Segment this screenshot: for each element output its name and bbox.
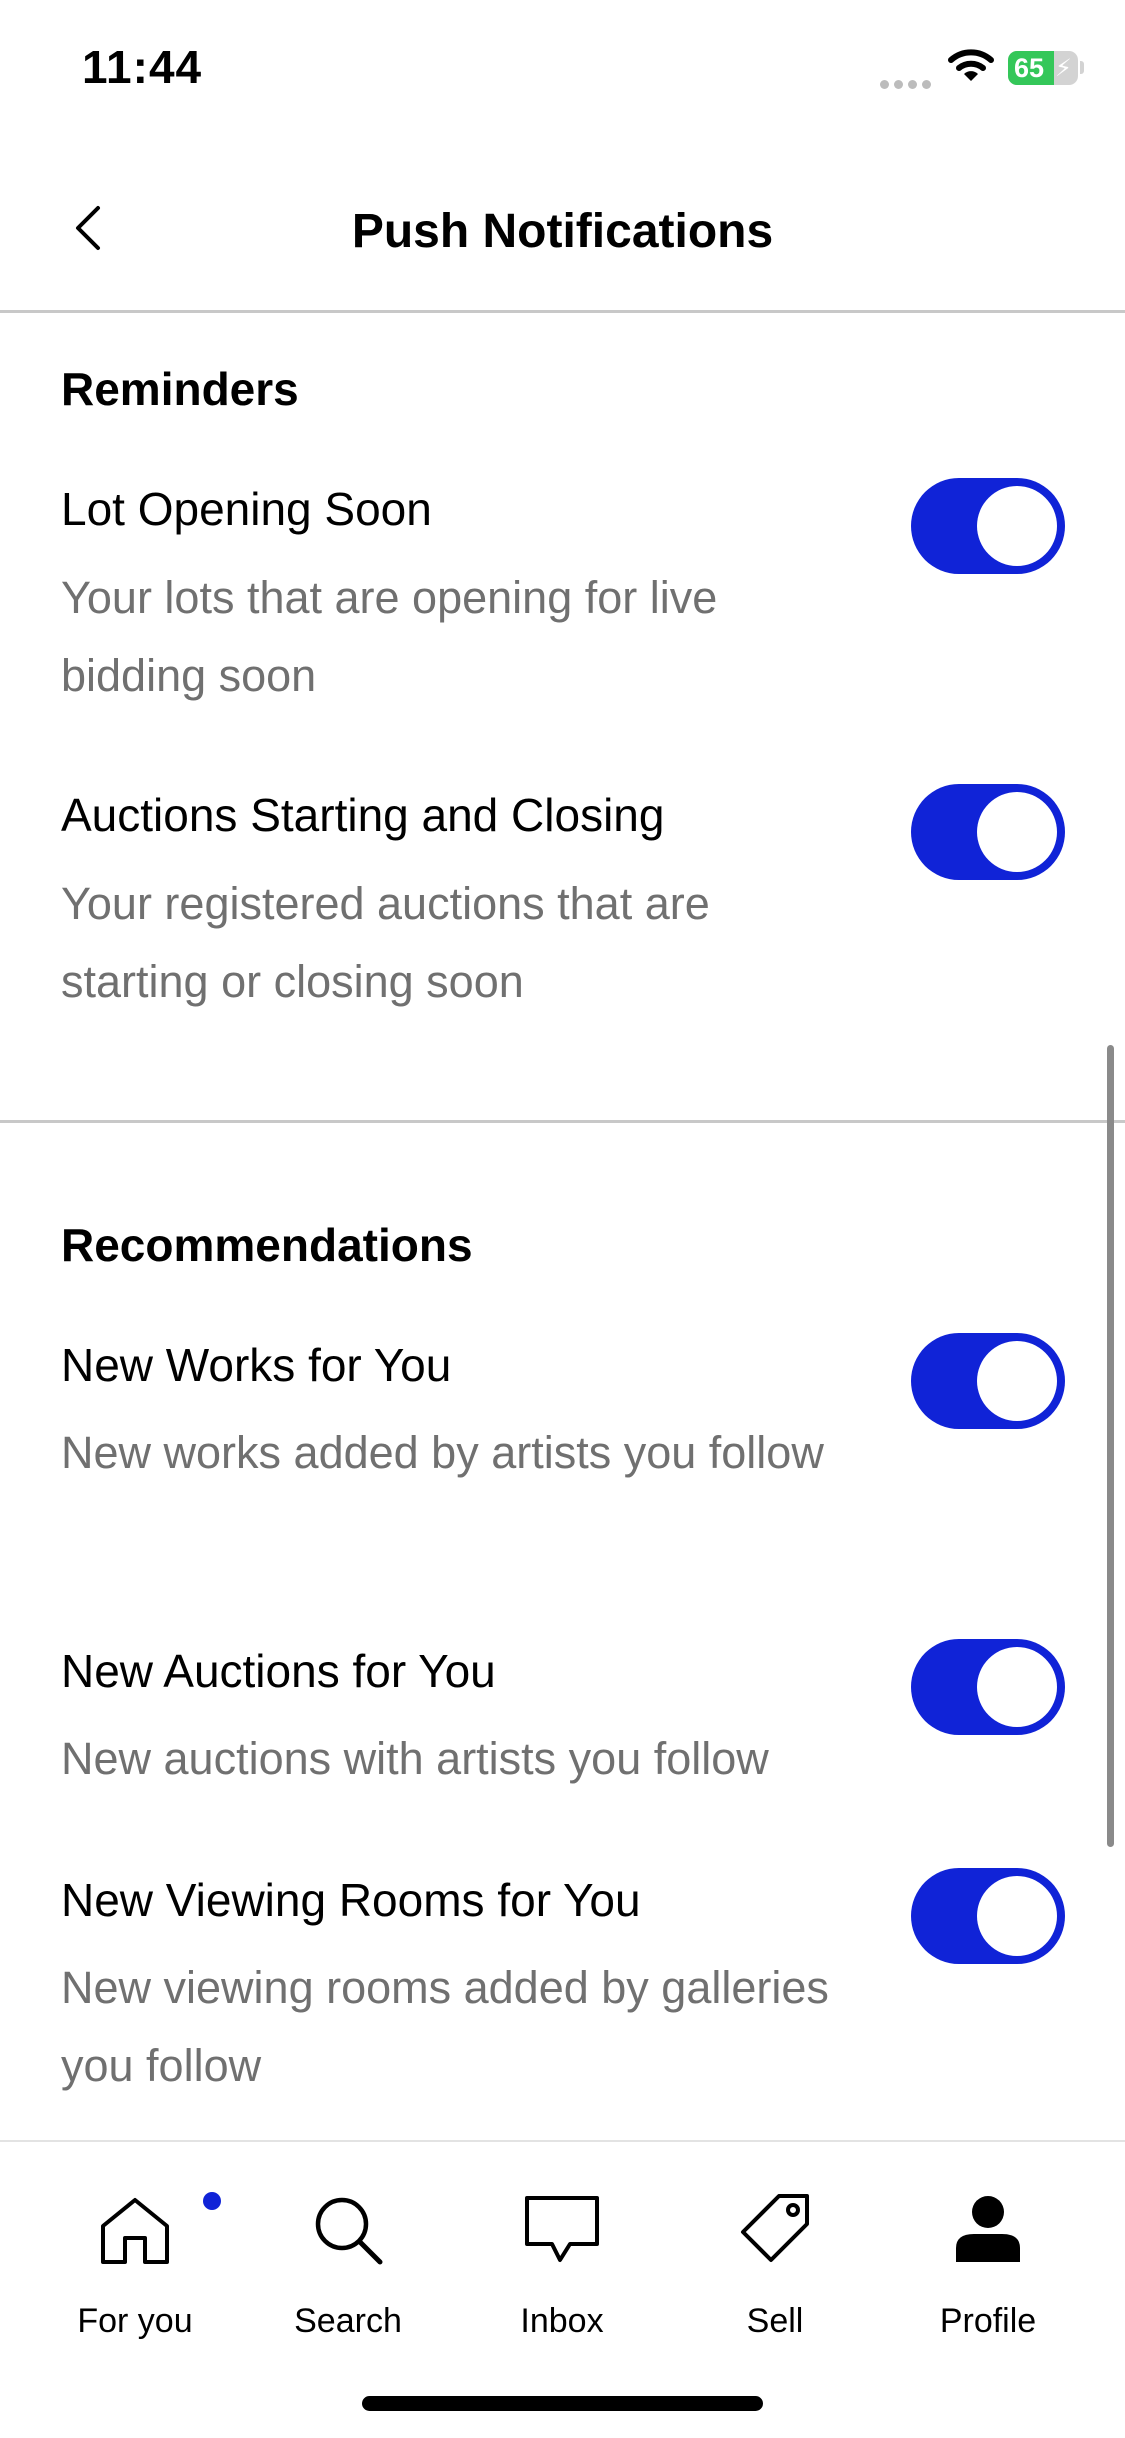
toggle-knob — [977, 1647, 1057, 1727]
toggle-knob — [977, 486, 1057, 566]
setting-description-lot-opening-soon: Your lots that are opening for live bidd… — [61, 572, 718, 701]
setting-title-auctions-starting-closing: Auctions Starting and Closing — [61, 789, 665, 841]
tab-profile[interactable]: Profile — [893, 2142, 1083, 2362]
wifi-icon — [948, 49, 994, 81]
tab-label-sell: Sell — [746, 2302, 804, 2340]
home-indicator — [362, 2396, 763, 2411]
setting-title-new-works: New Works for You — [61, 1339, 452, 1391]
toggle-knob — [977, 1876, 1057, 1956]
tab-sell[interactable]: Sell — [680, 2142, 870, 2362]
status-time: 11:44 — [82, 41, 203, 93]
setting-description-new-auctions: New auctions with artists you follow — [61, 1733, 769, 1784]
setting-description-auctions-starting-closing: Your registered auctions that are starti… — [61, 878, 710, 1007]
tab-label-for-you: For you — [77, 2302, 193, 2340]
toggle-new-auctions[interactable] — [911, 1639, 1065, 1735]
setting-description-new-viewing-rooms: New viewing rooms added by galleries you… — [61, 1962, 829, 2091]
toggle-auctions-starting-closing[interactable] — [911, 784, 1065, 880]
tab-label-inbox: Inbox — [520, 2302, 604, 2340]
scrollbar[interactable] — [1107, 1045, 1114, 1847]
section-divider — [0, 1120, 1125, 1123]
tab-inbox[interactable]: Inbox — [467, 2142, 657, 2362]
tab-label-profile: Profile — [939, 2302, 1037, 2340]
search-icon — [315, 2197, 383, 2265]
home-icon — [101, 2198, 169, 2264]
setting-title-lot-opening-soon: Lot Opening Soon — [61, 483, 432, 535]
section-title-recommendations: Recommendations — [61, 1219, 473, 1271]
status-bar: 11:44 65 ⚡ — [0, 0, 1125, 140]
setting-title-new-auctions: New Auctions for You — [61, 1645, 496, 1697]
cellular-signal-icon — [880, 76, 936, 94]
tab-for-you[interactable]: For you — [40, 2142, 230, 2362]
nav-header: Push Notifications — [0, 140, 1125, 313]
tab-label-search: Search — [294, 2302, 402, 2340]
setting-description-new-works: New works added by artists you follow — [61, 1427, 824, 1478]
tab-search[interactable]: Search — [253, 2142, 443, 2362]
battery-icon: 65 ⚡ — [1008, 51, 1078, 85]
charging-bolt-icon: ⚡ — [1055, 55, 1072, 82]
battery-level: 65 — [1014, 53, 1045, 83]
setting-title-new-viewing-rooms: New Viewing Rooms for You — [61, 1874, 641, 1926]
notification-dot — [203, 2192, 221, 2210]
toggle-new-viewing-rooms[interactable] — [911, 1868, 1065, 1964]
toggle-lot-opening-soon[interactable] — [911, 478, 1065, 574]
toggle-new-works[interactable] — [911, 1333, 1065, 1429]
tab-bar: For you Search Inbox Sell Profile — [0, 2140, 1125, 2438]
inbox-icon — [525, 2196, 599, 2262]
profile-icon — [956, 2196, 1020, 2262]
battery-nub — [1080, 61, 1084, 74]
toggle-knob — [977, 1341, 1057, 1421]
tag-icon — [741, 2194, 809, 2262]
section-title-reminders: Reminders — [61, 363, 299, 415]
page-title: Push Notifications — [351, 205, 774, 258]
toggle-knob — [977, 792, 1057, 872]
